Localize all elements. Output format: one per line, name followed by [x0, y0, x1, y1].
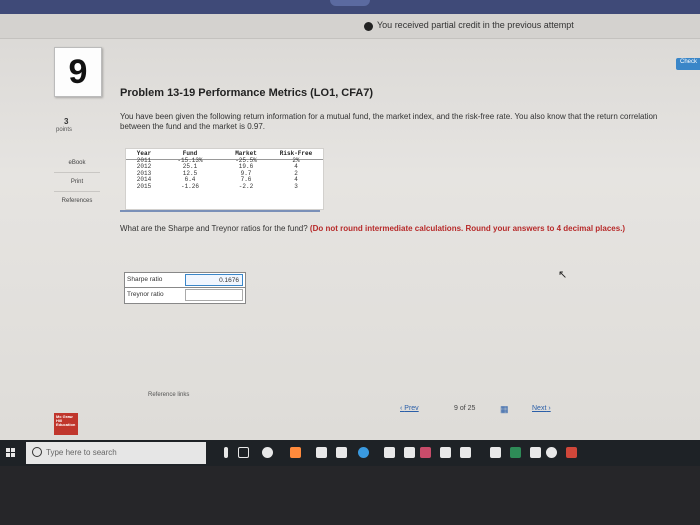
table-cell: -1.26 [180, 182, 199, 190]
check-button[interactable]: Check [676, 58, 700, 70]
table-column-risk-free: Risk-Free 2% 4 2 4 3 [272, 150, 320, 190]
browser-screen: You received partial credit in the previ… [0, 0, 700, 440]
prev-button[interactable]: ‹ Prev [400, 405, 419, 412]
next-button[interactable]: Next › [532, 405, 551, 412]
table-column-year: Year 2011 2012 2013 2014 2015 [130, 150, 158, 190]
store-icon[interactable] [336, 447, 347, 458]
prev-label: Prev [404, 405, 419, 412]
app-icon[interactable] [404, 447, 415, 458]
next-label: Next [532, 405, 547, 412]
returns-table: Year 2011 2012 2013 2014 2015 Fund -15.1… [125, 148, 324, 210]
answer-label: Treynor ratio [127, 291, 164, 298]
sidebar-item-references[interactable]: References [54, 198, 100, 204]
sidebar-divider [54, 191, 100, 192]
answer-label: Sharpe ratio [127, 276, 163, 283]
table-column-market: Market -25.5% 19.6 9.7 7.6 -2.2 [224, 150, 268, 190]
app-icon[interactable] [384, 447, 395, 458]
table-bottom-rule [120, 210, 320, 212]
treynor-ratio-input[interactable] [185, 289, 243, 301]
task-view-icon[interactable] [238, 447, 249, 458]
answer-row-sharpe: Sharpe ratio 0.1676 [125, 273, 245, 288]
table-cell: 3 [294, 182, 298, 190]
question-instruction: (Do not round intermediate calculations.… [309, 224, 626, 233]
question-prompt: What are the Sharpe and Treynor ratios f… [120, 224, 665, 234]
app-icon[interactable] [440, 447, 451, 458]
search-placeholder: Type here to search [46, 448, 117, 457]
sidebar-divider [54, 172, 100, 173]
sidebar-item-ebook[interactable]: eBook [54, 160, 100, 166]
notice-text: You received partial credit in the previ… [377, 20, 574, 30]
question-number-box: 9 [54, 47, 102, 97]
table-cell: -2.2 [238, 182, 254, 190]
question-grid-icon[interactable]: ▦ [500, 404, 509, 415]
app-icon[interactable] [566, 447, 577, 458]
reference-links[interactable]: Reference links [148, 392, 189, 398]
taskbar-search[interactable]: Type here to search [26, 442, 206, 464]
cortana-icon [32, 447, 42, 457]
points-value: 3 [64, 117, 69, 126]
mouse-cursor-icon: ↖ [558, 269, 568, 281]
partial-credit-notice: You received partial credit in the previ… [0, 14, 700, 39]
windows-start-icon[interactable] [6, 448, 16, 458]
app-icon[interactable] [546, 447, 557, 458]
alert-icon [364, 22, 373, 31]
top-tab-indicator [330, 0, 370, 6]
problem-title: Problem 13-19 Performance Metrics (LO1, … [120, 87, 374, 99]
excel-icon[interactable] [510, 447, 521, 458]
ie-icon[interactable] [358, 447, 369, 458]
top-bar [0, 0, 700, 14]
table-cell: 2015 [136, 182, 152, 190]
question-number: 9 [68, 53, 88, 91]
answer-row-treynor: Treynor ratio [125, 288, 245, 302]
problem-intro: You have been given the following return… [120, 112, 658, 131]
sharpe-ratio-input[interactable]: 0.1676 [185, 274, 243, 286]
table-column-fund: Fund -15.13% 25.1 12.5 6.4 -1.26 [168, 150, 212, 190]
mcgraw-hill-logo: Mc Graw Hill Education [54, 413, 78, 435]
points-label: points [56, 127, 73, 133]
question-position: 9 of 25 [454, 405, 476, 412]
app-icon[interactable] [490, 447, 501, 458]
folder-icon[interactable] [316, 447, 327, 458]
powerpoint-icon[interactable] [420, 447, 431, 458]
sidebar-item-print[interactable]: Print [54, 179, 100, 185]
app-icon[interactable] [460, 447, 471, 458]
firefox-icon[interactable] [290, 447, 301, 458]
app-icon[interactable] [530, 447, 541, 458]
microphone-icon[interactable] [224, 447, 228, 458]
desk-area [0, 466, 700, 525]
answer-table: Sharpe ratio 0.1676 Treynor ratio [124, 272, 246, 304]
question-text: What are the Sharpe and Treynor ratios f… [120, 224, 308, 233]
windows-taskbar: Type here to search [0, 440, 700, 466]
edge-icon[interactable] [262, 447, 273, 458]
